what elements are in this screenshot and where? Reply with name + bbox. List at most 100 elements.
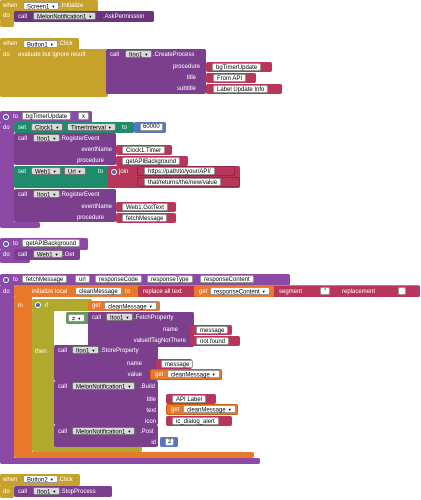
fetchmessage-procedure-body — [0, 285, 14, 463]
replacement-label: replacement — [342, 289, 376, 295]
chevron-down-icon: ▼ — [52, 169, 57, 174]
get-label: get — [199, 289, 208, 295]
param-responsecode-field[interactable]: responseCode — [95, 275, 143, 283]
eventname-param-label: eventName — [81, 204, 112, 210]
do-label: do — [3, 489, 10, 495]
procedure-param-label: procedure — [172, 64, 200, 70]
chevron-down-icon: ▼ — [49, 477, 54, 482]
param-x-field[interactable]: x — [78, 112, 89, 120]
bgtimerupdate-name-field[interactable]: bgTimerUpdate — [22, 112, 72, 120]
web1-dropdown[interactable]: Web1 ▼ — [33, 250, 63, 259]
do-label: do — [3, 289, 10, 295]
melonnotification1-dropdown[interactable]: MelonNotification1 ▼ — [33, 12, 97, 21]
title-param-label: title — [146, 397, 156, 403]
createprocess-method-label: .CreateProcess — [153, 52, 195, 58]
gear-icon[interactable] — [111, 169, 117, 175]
itoo1-dropdown[interactable]: Itoo1 ▼ — [33, 190, 61, 199]
url-part2-text-value[interactable]: that/returns/the/new/value — [144, 178, 222, 186]
segment-text-value[interactable]: " — [320, 287, 331, 295]
clock-timer-text-value[interactable]: Clock1.Timer — [122, 146, 166, 154]
call-label: call — [110, 52, 120, 58]
chevron-down-icon: ▼ — [52, 136, 57, 141]
if-block-body — [32, 310, 54, 450]
message-text-value[interactable]: message — [196, 326, 229, 334]
chevron-down-icon: ▼ — [88, 14, 93, 19]
getapibackground-name-field[interactable]: getAPIBackground — [22, 239, 81, 247]
url-part1-text-value[interactable]: https://path/to/your/API/ — [144, 167, 215, 175]
chevron-down-icon: ▼ — [52, 192, 57, 197]
responsecontent-dropdown[interactable]: responseContent ▼ — [210, 287, 270, 296]
clock1-dropdown[interactable]: Clock1 ▼ — [31, 123, 64, 132]
to-label: to — [13, 277, 19, 283]
gear-icon[interactable] — [35, 302, 41, 308]
cleanmessage-dropdown[interactable]: cleanMessage ▼ — [104, 302, 157, 311]
interval-number-field[interactable]: 60000 — [140, 123, 163, 131]
name-param-label: name — [162, 327, 178, 333]
cleanmessage-dropdown[interactable]: cleanMessage ▼ — [167, 370, 220, 379]
gear-icon[interactable] — [3, 114, 9, 120]
chevron-down-icon: ▼ — [125, 315, 130, 320]
title-text-value[interactable]: From API — [213, 74, 247, 82]
to-label: to — [13, 114, 19, 120]
fetchmessage-name-field[interactable]: fetchMessage — [22, 275, 68, 283]
in-label: in — [18, 303, 23, 309]
web-gottext-text-value[interactable]: Web1.GotText — [122, 203, 168, 211]
call-label: call — [18, 14, 28, 20]
then-label: then — [35, 349, 47, 355]
subtitle-text-value[interactable]: Label Update Info — [213, 85, 269, 93]
cleanmessage-var-field[interactable]: cleanMessage — [75, 287, 122, 295]
itoo1-dropdown[interactable]: Itoo1 ▼ — [33, 134, 61, 143]
web1-dropdown[interactable]: Web1 ▼ — [31, 167, 61, 176]
click-event-label: .Click — [58, 477, 73, 483]
itoo1-dropdown[interactable]: Itoo1 ▼ — [33, 487, 61, 496]
itoo1-dropdown[interactable]: Itoo1 ▼ — [125, 50, 153, 59]
fetchmessage-text-value[interactable]: fetchMessage — [122, 214, 168, 222]
gear-icon[interactable] — [3, 241, 9, 247]
api-label-text-value[interactable]: API Label — [172, 395, 207, 403]
param-responsetype-field[interactable]: responseType — [147, 275, 193, 283]
melonnotification1-dropdown[interactable]: MelonNotification1 ▼ — [72, 427, 136, 436]
chevron-down-icon: ▼ — [49, 42, 54, 47]
when-label: when — [3, 41, 18, 47]
initialize-local-label: initialize local — [32, 289, 68, 295]
registerevent-method-label: .RegisterEvent — [60, 192, 100, 198]
chevron-down-icon: ▼ — [107, 125, 112, 130]
get-label: get — [92, 303, 101, 309]
fetchproperty-method-label: .FetchProperty — [134, 315, 174, 321]
join-label: join — [119, 169, 129, 175]
melonnotification1-dropdown[interactable]: MelonNotification1 ▼ — [72, 382, 136, 391]
to-label: to — [122, 125, 128, 131]
not-found-text-value[interactable]: not found — [196, 337, 230, 345]
build-method-label: .Build — [140, 384, 156, 390]
button1-component-dropdown[interactable]: Button1 ▼ — [23, 40, 58, 49]
chevron-down-icon: ▼ — [55, 125, 60, 130]
getapibackground-text-value[interactable]: getAPIBackground — [122, 157, 181, 165]
url-property-dropdown[interactable]: Url ▼ — [64, 167, 86, 176]
ic-dialog-alert-text-value[interactable]: ic_dialog_alert — [172, 417, 219, 425]
param-url-field[interactable]: url — [75, 275, 90, 283]
bgtimerupdate-procedure-body — [0, 122, 14, 227]
do-label: do — [3, 252, 10, 258]
click-event-label: .Click — [58, 41, 73, 47]
compare-operator-dropdown[interactable]: ≠ ▼ — [68, 314, 86, 323]
cleanmessage-dropdown[interactable]: cleanMessage ▼ — [183, 405, 236, 414]
button2-component-dropdown[interactable]: Button2 ▼ — [23, 475, 58, 484]
replacement-text-value[interactable] — [398, 287, 406, 295]
message-text-value[interactable]: message — [161, 360, 194, 368]
do-label: do — [3, 13, 10, 19]
chevron-down-icon: ▼ — [127, 384, 132, 389]
id-number-field[interactable]: 2 — [165, 438, 175, 446]
procedure-param-label: procedure — [76, 215, 104, 221]
chevron-down-icon: ▼ — [51, 4, 56, 9]
procedure-value-text[interactable]: bgTimerUpdate — [212, 63, 262, 71]
itoo1-dropdown[interactable]: Itoo1 ▼ — [72, 346, 100, 355]
get-label: get — [171, 407, 180, 413]
call-label: call — [18, 489, 28, 495]
gear-icon[interactable] — [3, 277, 9, 283]
screen1-component-dropdown[interactable]: Screen1 ▼ — [23, 2, 60, 11]
param-responsecontent-field[interactable]: responseContent — [200, 275, 254, 283]
timerinterval-dropdown[interactable]: TimerInterval ▼ — [67, 123, 116, 132]
when-label: when — [3, 3, 18, 9]
itoo1-dropdown[interactable]: Itoo1 ▼ — [106, 313, 134, 322]
initialize-local-body — [14, 296, 32, 456]
